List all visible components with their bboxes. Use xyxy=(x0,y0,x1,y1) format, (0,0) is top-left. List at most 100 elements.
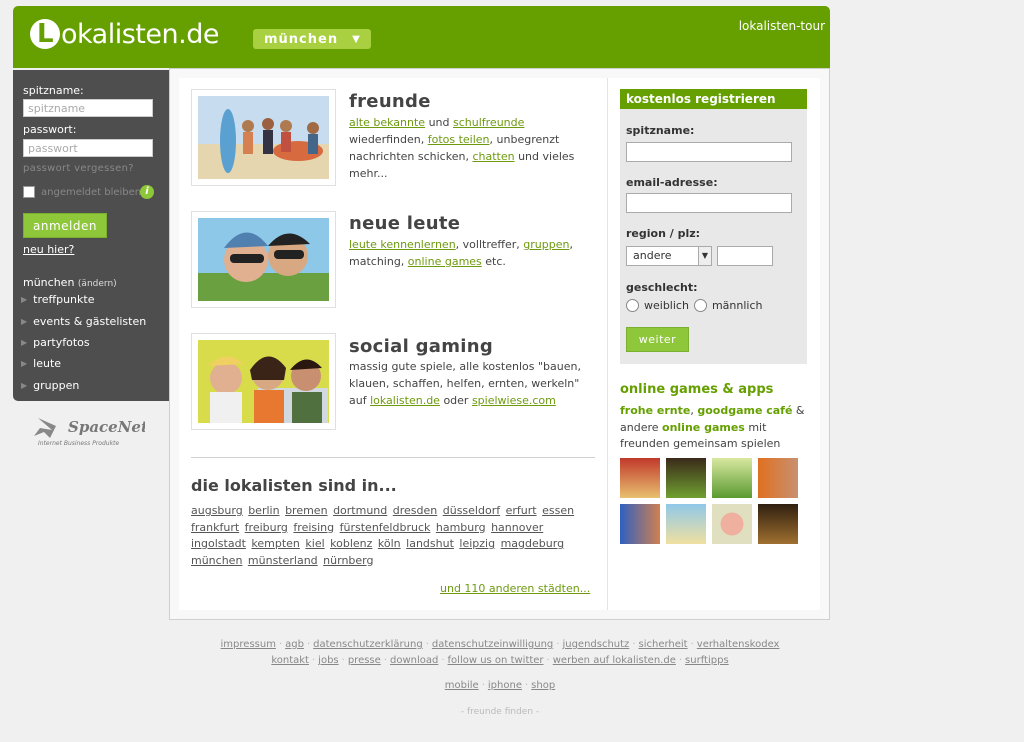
logo-text: okalisten.de xyxy=(61,18,219,50)
city-link[interactable]: hannover xyxy=(491,521,543,534)
remember-me[interactable]: angemeldet bleiben xyxy=(23,186,141,198)
city-link[interactable]: magdeburg xyxy=(501,537,564,550)
sidebar-item-events[interactable]: ▶ events & gästelisten xyxy=(21,315,146,328)
game-thumbnail[interactable] xyxy=(666,504,706,544)
footer-link[interactable]: verhaltenskodex xyxy=(697,639,780,650)
footer-link[interactable]: werben auf lokalisten.de xyxy=(553,655,676,666)
city-link[interactable]: köln xyxy=(378,537,401,550)
footer-link[interactable]: agb xyxy=(285,639,304,650)
feature-link[interactable]: online games xyxy=(408,255,482,268)
register-email-input[interactable] xyxy=(626,193,792,213)
sidebar-item-leute[interactable]: ▶ leute xyxy=(21,357,61,370)
game-thumbnail[interactable] xyxy=(620,458,660,498)
register-nick-input[interactable] xyxy=(626,142,792,162)
sidebar-item-partyfotos[interactable]: ▶ partyfotos xyxy=(21,336,90,349)
spacenet-logo[interactable]: SpaceNet Internet Business Produkte xyxy=(30,410,148,450)
city-link[interactable]: frankfurt xyxy=(191,521,239,534)
city-link[interactable]: kiel xyxy=(305,537,324,550)
feature-link[interactable]: gruppen xyxy=(523,238,569,251)
city-link[interactable]: berlin xyxy=(248,504,279,517)
city-link[interactable]: freising xyxy=(293,521,334,534)
info-icon[interactable]: i xyxy=(140,185,154,199)
city-link[interactable]: fürstenfeldbruck xyxy=(340,521,431,534)
footer-link[interactable]: iphone xyxy=(488,680,522,691)
sidebar-item-label: events & gästelisten xyxy=(33,315,147,328)
city-link[interactable]: dortmund xyxy=(333,504,387,517)
city-link[interactable]: essen xyxy=(542,504,574,517)
footer-link[interactable]: kontakt xyxy=(271,655,309,666)
game-thumbnail[interactable] xyxy=(712,504,752,544)
city-link[interactable]: düsseldorf xyxy=(443,504,500,517)
region-select[interactable]: andere ▼ xyxy=(626,246,712,266)
footer-link[interactable]: shop xyxy=(531,680,555,691)
region-select-value: andere xyxy=(633,249,672,262)
feature-link[interactable]: alte bekannte xyxy=(349,116,425,129)
game-thumbnail[interactable] xyxy=(758,504,798,544)
city-link[interactable]: erfurt xyxy=(506,504,537,517)
footer-link[interactable]: datenschutzeinwilligung xyxy=(432,639,553,650)
city-link[interactable]: nürnberg xyxy=(323,554,373,567)
city-select-dropdown[interactable]: münchen ▼ xyxy=(253,29,371,49)
feature-link[interactable]: spielwiese.com xyxy=(472,394,556,407)
divider xyxy=(191,457,595,458)
city-link[interactable]: koblenz xyxy=(330,537,372,550)
city-link[interactable]: hamburg xyxy=(436,521,486,534)
city-link[interactable]: ingolstadt xyxy=(191,537,246,550)
city-link[interactable]: freiburg xyxy=(245,521,288,534)
feature-link[interactable]: chatten xyxy=(472,150,514,163)
more-cities-link[interactable]: und 110 anderen städten... xyxy=(440,582,590,595)
footer-link[interactable]: sicherheit xyxy=(639,639,688,650)
gender-male-radio[interactable] xyxy=(693,299,707,312)
new-here-link[interactable]: neu hier? xyxy=(23,243,74,256)
game-thumbnail[interactable] xyxy=(620,504,660,544)
city-link[interactable]: landshut xyxy=(406,537,454,550)
city-select-label: münchen xyxy=(264,31,339,47)
feature-image-freunde[interactable] xyxy=(191,89,336,186)
feature-image-social-gaming[interactable] xyxy=(191,333,336,430)
footer-link[interactable]: follow us on twitter xyxy=(448,655,544,666)
sidebar-item-treffpunkte[interactable]: ▶ treffpunkte xyxy=(21,293,94,306)
city-link[interactable]: bremen xyxy=(285,504,328,517)
city-link[interactable]: augsburg xyxy=(191,504,243,517)
footer-link[interactable]: impressum xyxy=(221,639,276,650)
game-link-goodgame-cafe[interactable]: goodgame café xyxy=(697,404,792,417)
city-link[interactable]: dresden xyxy=(393,504,437,517)
feature-image-neue-leute[interactable] xyxy=(191,211,336,308)
city-link[interactable]: münsterland xyxy=(248,554,318,567)
password-input[interactable] xyxy=(23,139,153,157)
login-button[interactable]: anmelden xyxy=(23,213,107,238)
site-logo[interactable]: L okalisten.de xyxy=(30,16,219,52)
city-link[interactable]: leipzig xyxy=(459,537,495,550)
feature-link[interactable]: leute kennenlernen xyxy=(349,238,456,251)
city-link[interactable]: kempten xyxy=(251,537,300,550)
feature-link[interactable]: fotos teilen xyxy=(428,133,490,146)
footer-link[interactable]: presse xyxy=(348,655,381,666)
game-thumbnail[interactable] xyxy=(758,458,798,498)
game-link-frohe-ernte[interactable]: frohe ernte xyxy=(620,404,690,417)
change-city-link[interactable]: (ändern) xyxy=(78,279,117,289)
separator: · xyxy=(383,655,387,666)
game-link-online-games[interactable]: online games xyxy=(662,421,745,434)
logo-letter: L xyxy=(30,19,60,49)
footer-link[interactable]: surftipps xyxy=(685,655,729,666)
game-thumbnail[interactable] xyxy=(712,458,752,498)
username-input[interactable] xyxy=(23,99,153,117)
feature-link[interactable]: schulfreunde xyxy=(453,116,524,129)
footer-link[interactable]: jugendschutz xyxy=(562,639,629,650)
sidebar-item-gruppen[interactable]: ▶ gruppen xyxy=(21,379,79,392)
triangle-right-icon: ▶ xyxy=(21,359,28,368)
game-thumbnail[interactable] xyxy=(666,458,706,498)
cities-list: augsburg berlin bremen dortmund dresden … xyxy=(191,503,601,569)
footer-link[interactable]: mobile xyxy=(445,680,479,691)
forgot-password-link[interactable]: passwort vergessen? xyxy=(23,163,134,174)
register-submit-button[interactable]: weiter xyxy=(626,327,689,352)
feature-link[interactable]: lokalisten.de xyxy=(370,394,440,407)
tour-link[interactable]: lokalisten-tour xyxy=(739,19,825,33)
remember-checkbox[interactable] xyxy=(23,186,35,198)
footer-link[interactable]: datenschutzerklärung xyxy=(313,639,423,650)
footer-link[interactable]: download xyxy=(390,655,438,666)
gender-female-radio[interactable] xyxy=(626,299,639,312)
footer-link[interactable]: jobs xyxy=(318,655,338,666)
city-link[interactable]: münchen xyxy=(191,554,242,567)
plz-input[interactable] xyxy=(717,246,773,266)
